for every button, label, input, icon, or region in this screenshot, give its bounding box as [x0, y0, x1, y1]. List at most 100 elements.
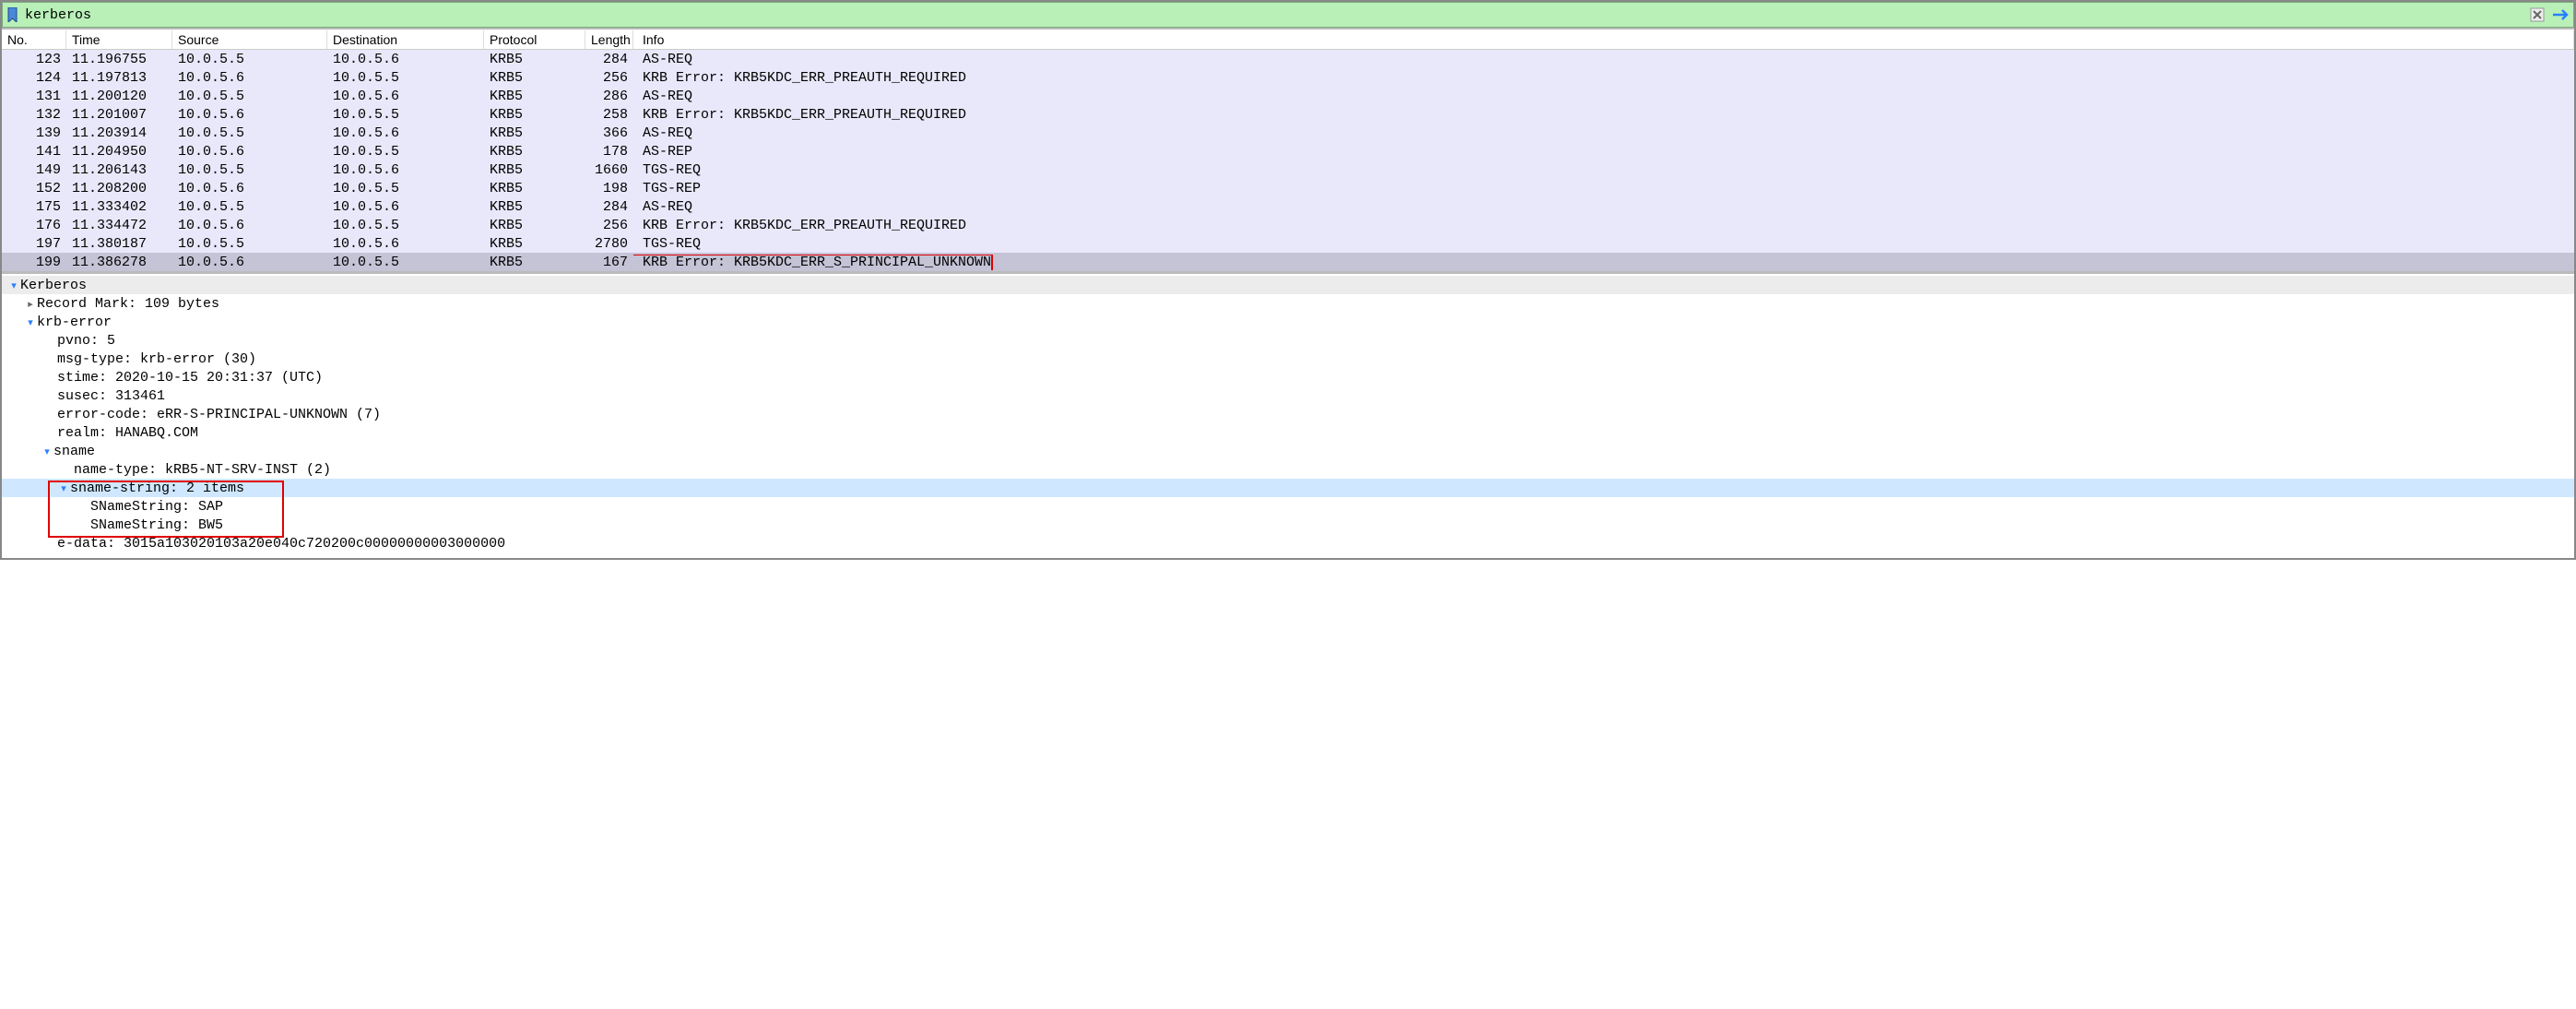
- cell-time: 11.206143: [66, 162, 172, 178]
- col-header-source[interactable]: Source: [172, 30, 327, 49]
- packet-list-pane: No. Time Source Destination Protocol Len…: [2, 28, 2574, 273]
- cell-destination: 10.0.5.6: [327, 125, 484, 141]
- packet-row[interactable]: 17511.33340210.0.5.510.0.5.6KRB5284AS-RE…: [2, 197, 2574, 216]
- cell-destination: 10.0.5.6: [327, 236, 484, 252]
- clear-filter-button[interactable]: [2527, 5, 2547, 25]
- tree-record-mark[interactable]: ▸ Record Mark: 109 bytes: [2, 294, 2574, 313]
- cell-source: 10.0.5.5: [172, 236, 327, 252]
- cell-time: 11.197813: [66, 70, 172, 86]
- cell-no: 131: [2, 89, 66, 104]
- cell-no: 124: [2, 70, 66, 86]
- cell-source: 10.0.5.6: [172, 107, 327, 123]
- cell-destination: 10.0.5.5: [327, 70, 484, 86]
- cell-source: 10.0.5.6: [172, 218, 327, 233]
- tree-label: sname-string: 2 items: [70, 481, 244, 496]
- cell-destination: 10.0.5.6: [327, 199, 484, 215]
- cell-destination: 10.0.5.5: [327, 218, 484, 233]
- tree-name-type[interactable]: name-type: kRB5-NT-SRV-INST (2): [2, 460, 2574, 479]
- tree-msg-type[interactable]: msg-type: krb-error (30): [2, 350, 2574, 368]
- tree-label: krb-error: [37, 315, 112, 330]
- packet-row[interactable]: 19911.38627810.0.5.610.0.5.5KRB5167KRB E…: [2, 253, 2574, 271]
- tree-sname[interactable]: ▾ sname: [2, 442, 2574, 460]
- cell-time: 11.200120: [66, 89, 172, 104]
- display-filter-bar: [2, 2, 2574, 28]
- cell-length: 178: [585, 144, 633, 160]
- tree-susec[interactable]: susec: 313461: [2, 386, 2574, 405]
- tree-kerberos[interactable]: ▾ Kerberos: [2, 276, 2574, 294]
- tree-label: SNameString: BW5: [90, 517, 223, 533]
- apply-filter-button[interactable]: [2551, 5, 2571, 25]
- cell-destination: 10.0.5.6: [327, 162, 484, 178]
- cell-source: 10.0.5.5: [172, 162, 327, 178]
- cell-time: 11.204950: [66, 144, 172, 160]
- cell-protocol: KRB5: [484, 181, 585, 196]
- packet-row[interactable]: 17611.33447210.0.5.610.0.5.5KRB5256KRB E…: [2, 216, 2574, 234]
- cell-time: 11.196755: [66, 52, 172, 67]
- display-filter-input[interactable]: [25, 7, 2523, 23]
- cell-info: AS-REQ: [633, 125, 2574, 141]
- packet-row[interactable]: 12411.19781310.0.5.610.0.5.5KRB5256KRB E…: [2, 68, 2574, 87]
- packet-row[interactable]: 13111.20012010.0.5.510.0.5.6KRB5286AS-RE…: [2, 87, 2574, 105]
- tree-stime[interactable]: stime: 2020-10-15 20:31:37 (UTC): [2, 368, 2574, 386]
- cell-protocol: KRB5: [484, 125, 585, 141]
- tree-label: realm: HANABQ.COM: [57, 425, 198, 441]
- cell-source: 10.0.5.6: [172, 70, 327, 86]
- cell-source: 10.0.5.5: [172, 199, 327, 215]
- tree-label: stime: 2020-10-15 20:31:37 (UTC): [57, 370, 323, 386]
- tree-sname-item[interactable]: SNameString: SAP: [2, 497, 2574, 516]
- cell-length: 256: [585, 218, 633, 233]
- chevron-down-icon[interactable]: ▾: [41, 445, 53, 457]
- col-header-time[interactable]: Time: [66, 30, 172, 49]
- bookmark-icon[interactable]: [5, 6, 21, 23]
- tree-label: susec: 313461: [57, 388, 165, 404]
- cell-info: AS-REQ: [633, 52, 2574, 67]
- tree-label: e-data: 3015a103020103a20e040c720200c000…: [57, 536, 505, 552]
- cell-no: 149: [2, 162, 66, 178]
- packet-list-header[interactable]: No. Time Source Destination Protocol Len…: [2, 30, 2574, 50]
- tree-sname-string[interactable]: ▾ sname-string: 2 items: [2, 479, 2574, 497]
- chevron-right-icon[interactable]: ▸: [24, 298, 37, 310]
- col-header-length[interactable]: Length: [585, 30, 633, 49]
- cell-no: 141: [2, 144, 66, 160]
- cell-destination: 10.0.5.5: [327, 255, 484, 270]
- cell-no: 132: [2, 107, 66, 123]
- cell-time: 11.380187: [66, 236, 172, 252]
- packet-row[interactable]: 14111.20495010.0.5.610.0.5.5KRB5178AS-RE…: [2, 142, 2574, 160]
- tree-sname-item[interactable]: SNameString: BW5: [2, 516, 2574, 534]
- tree-krb-error[interactable]: ▾ krb-error: [2, 313, 2574, 331]
- cell-protocol: KRB5: [484, 218, 585, 233]
- packet-row[interactable]: 19711.38018710.0.5.510.0.5.6KRB52780TGS-…: [2, 234, 2574, 253]
- cell-info: KRB Error: KRB5KDC_ERR_PREAUTH_REQUIRED: [633, 70, 2574, 86]
- packet-row[interactable]: 12311.19675510.0.5.510.0.5.6KRB5284AS-RE…: [2, 50, 2574, 68]
- cell-info: KRB Error: KRB5KDC_ERR_S_PRINCIPAL_UNKNO…: [633, 255, 2574, 270]
- tree-e-data[interactable]: e-data: 3015a103020103a20e040c720200c000…: [2, 534, 2574, 552]
- cell-length: 1660: [585, 162, 633, 178]
- cell-length: 2780: [585, 236, 633, 252]
- cell-info: TGS-REP: [633, 181, 2574, 196]
- packet-row[interactable]: 13211.20100710.0.5.610.0.5.5KRB5258KRB E…: [2, 105, 2574, 124]
- tree-realm[interactable]: realm: HANABQ.COM: [2, 423, 2574, 442]
- chevron-down-icon[interactable]: ▾: [57, 482, 70, 494]
- cell-time: 11.386278: [66, 255, 172, 270]
- tree-pvno[interactable]: pvno: 5: [2, 331, 2574, 350]
- chevron-down-icon[interactable]: ▾: [7, 279, 20, 291]
- cell-length: 366: [585, 125, 633, 141]
- cell-protocol: KRB5: [484, 255, 585, 270]
- cell-protocol: KRB5: [484, 236, 585, 252]
- cell-info: AS-REQ: [633, 89, 2574, 104]
- col-header-dest[interactable]: Destination: [327, 30, 484, 49]
- col-header-proto[interactable]: Protocol: [484, 30, 585, 49]
- tree-error-code[interactable]: error-code: eRR-S-PRINCIPAL-UNKNOWN (7): [2, 405, 2574, 423]
- chevron-down-icon[interactable]: ▾: [24, 316, 37, 328]
- packet-row[interactable]: 15211.20820010.0.5.610.0.5.5KRB5198TGS-R…: [2, 179, 2574, 197]
- cell-protocol: KRB5: [484, 70, 585, 86]
- tree-label: sname: [53, 444, 95, 459]
- col-header-no[interactable]: No.: [2, 30, 66, 49]
- cell-length: 167: [585, 255, 633, 270]
- packet-row[interactable]: 13911.20391410.0.5.510.0.5.6KRB5366AS-RE…: [2, 124, 2574, 142]
- col-header-info[interactable]: Info: [633, 30, 2574, 49]
- packet-row[interactable]: 14911.20614310.0.5.510.0.5.6KRB51660TGS-…: [2, 160, 2574, 179]
- cell-no: 175: [2, 199, 66, 215]
- cell-length: 284: [585, 199, 633, 215]
- cell-source: 10.0.5.5: [172, 52, 327, 67]
